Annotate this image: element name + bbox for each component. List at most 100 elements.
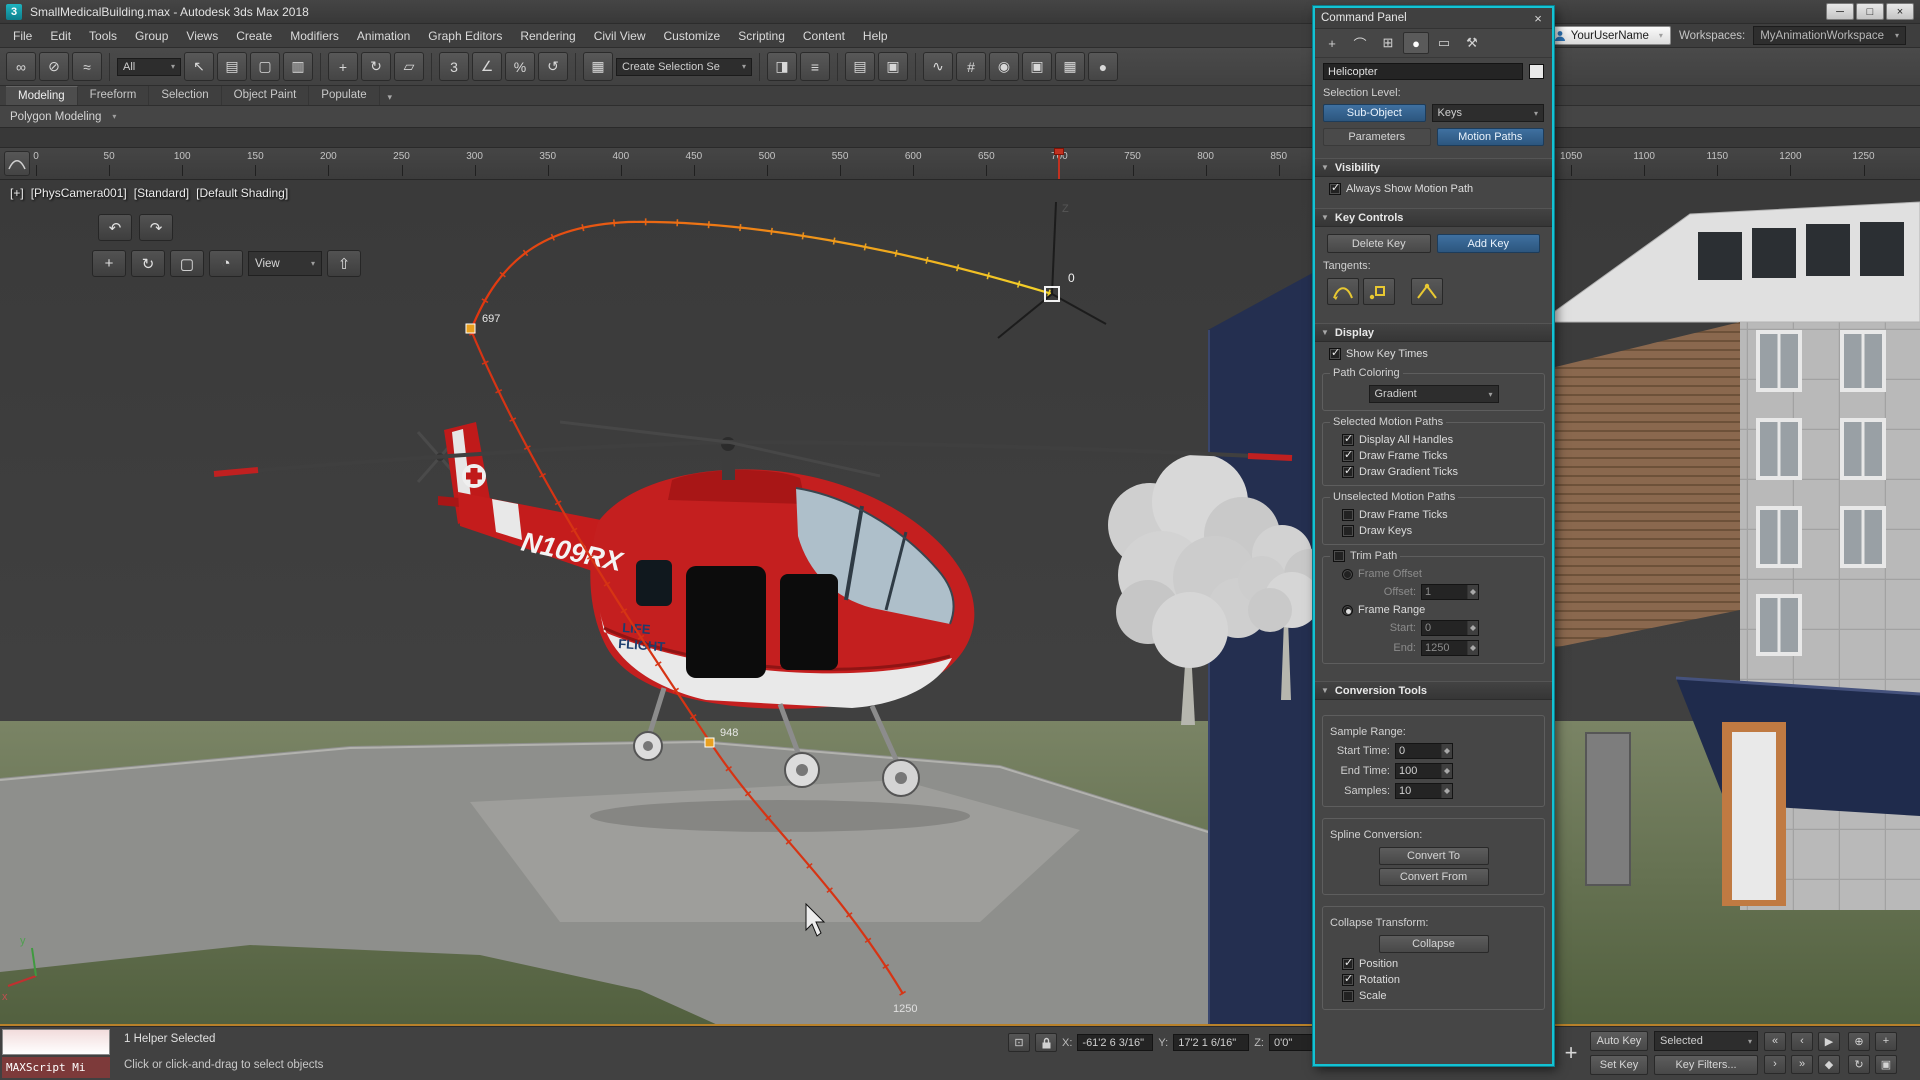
end-time-field[interactable]: 100: [1395, 763, 1453, 779]
region-tool-icon[interactable]: ▢: [170, 250, 204, 277]
viewport[interactable]: N109RX LIFE FLIGHT Z 948 697 0 1250 x y …: [0, 180, 1920, 1026]
keyframe-697[interactable]: [465, 323, 476, 334]
auto-key-button[interactable]: Auto Key: [1590, 1031, 1648, 1051]
polygon-modeling-panel[interactable]: Polygon Modeling: [10, 111, 101, 123]
window-crossing-toggle-icon[interactable]: ▥: [283, 52, 313, 81]
keyframe-948[interactable]: [704, 737, 715, 748]
toggle-scene-explorer-icon[interactable]: ▤: [845, 52, 875, 81]
next-frame-button[interactable]: ›: [1764, 1054, 1786, 1074]
menu-item-civil-view[interactable]: Civil View: [585, 25, 655, 47]
utilities-tab-icon[interactable]: ⚒: [1459, 32, 1485, 54]
checkbox-draw-gradient-ticks[interactable]: Draw Gradient Ticks: [1328, 464, 1539, 480]
parameters-button[interactable]: Parameters: [1323, 128, 1431, 146]
orbit-view-button[interactable]: ↻: [1848, 1054, 1870, 1074]
add-key-button[interactable]: Add Key: [1436, 234, 1540, 253]
rendered-frame-window-icon[interactable]: ▦: [1055, 52, 1085, 81]
rotate-tool-icon[interactable]: ↻: [131, 250, 165, 277]
mirror-icon[interactable]: ◨: [767, 52, 797, 81]
close-icon[interactable]: ×: [1530, 11, 1546, 26]
convert-from-button[interactable]: Convert From: [1378, 868, 1489, 886]
schematic-view-icon[interactable]: #: [956, 52, 986, 81]
offset-field[interactable]: 1: [1421, 584, 1479, 600]
x-coordinate-field[interactable]: -61'2 6 3/16": [1077, 1034, 1154, 1051]
select-object-icon[interactable]: ↖: [184, 52, 214, 81]
maximize-viewport-toggle-button[interactable]: ▣: [1875, 1054, 1897, 1074]
timeline-ruler[interactable]: 0 50 100 150 200 250 300 350 400 450 500 550 600 650 7…: [0, 148, 1920, 180]
select-and-link-icon[interactable]: ∞: [6, 52, 36, 81]
rollout-conversion-tools-header[interactable]: ▼ Conversion Tools: [1315, 681, 1552, 700]
end-field[interactable]: 1250: [1421, 640, 1479, 656]
orbit-tool-icon[interactable]: ◔: [209, 250, 243, 277]
transform-gizmo-icon[interactable]: +: [1558, 1036, 1584, 1070]
rectangular-selection-region-icon[interactable]: ▢: [250, 52, 280, 81]
curve-editor-icon[interactable]: ∿: [923, 52, 953, 81]
menu-item-create[interactable]: Create: [227, 25, 281, 47]
viewport-renderer-menu[interactable]: [Standard]: [134, 186, 189, 200]
checkbox-rotation[interactable]: Rotation: [1328, 972, 1539, 988]
menu-item-animation[interactable]: Animation: [348, 25, 419, 47]
menu-item-views[interactable]: Views: [177, 25, 227, 47]
timeline-ticks[interactable]: 0 50 100 150 200 250 300 350 400 450 500 550 600 650 7…: [0, 148, 1920, 179]
maximize-tool-icon[interactable]: ⇧: [327, 250, 361, 277]
pan-view-button[interactable]: +: [1875, 1031, 1897, 1051]
play-animation-button[interactable]: ▶: [1818, 1031, 1840, 1051]
checkbox-display-all-handles[interactable]: Display All Handles: [1328, 432, 1539, 448]
display-tab-icon[interactable]: ▭: [1431, 32, 1457, 54]
go-to-end-button[interactable]: »: [1791, 1054, 1813, 1074]
tangent-smooth-button[interactable]: [1327, 278, 1359, 305]
percent-snap-toggle-icon[interactable]: %: [505, 52, 535, 81]
spinner[interactable]: [1441, 764, 1452, 778]
tangent-key-button[interactable]: [1363, 278, 1395, 305]
radio-frame-range[interactable]: Frame Range: [1328, 602, 1539, 618]
rollout-key-controls-header[interactable]: ▼ Key Controls: [1315, 208, 1552, 227]
tab-freeform[interactable]: Freeform: [78, 86, 150, 105]
spinner[interactable]: [1441, 744, 1452, 758]
command-panel-titlebar[interactable]: Command Panel ×: [1315, 8, 1552, 29]
y-coordinate-field[interactable]: 17'2 1 6/16": [1173, 1034, 1250, 1051]
path-coloring-dropdown[interactable]: Gradient ▾: [1368, 385, 1499, 403]
selection-lock-icon[interactable]: [1035, 1033, 1057, 1052]
tab-populate[interactable]: Populate: [309, 86, 380, 105]
move-tool-icon[interactable]: +: [92, 250, 126, 277]
spinner[interactable]: [1467, 585, 1478, 599]
checkbox-scale[interactable]: Scale: [1328, 988, 1539, 1004]
tab-selection[interactable]: Selection: [149, 86, 222, 105]
menu-item-customize[interactable]: Customize: [655, 25, 730, 47]
viewport-shading-menu[interactable]: [Default Shading]: [196, 186, 288, 200]
navy-entrance-wall[interactable]: [1208, 270, 1318, 1026]
named-selection-sets-dropdown[interactable]: Create Selection Se ▾: [616, 57, 752, 76]
selection-filter-dropdown[interactable]: All ▾: [117, 57, 181, 76]
key-mode-toggle-button[interactable]: ◆: [1818, 1054, 1840, 1074]
menu-item-rendering[interactable]: Rendering: [511, 25, 584, 47]
material-editor-icon[interactable]: ◉: [989, 52, 1019, 81]
align-icon[interactable]: ≡: [800, 52, 830, 81]
ribbon-options-arrow-icon[interactable]: ▾: [380, 89, 400, 105]
select-and-scale-icon[interactable]: ▱: [394, 52, 424, 81]
spinner-snap-toggle-icon[interactable]: ↺: [538, 52, 568, 81]
unlink-selection-icon[interactable]: ⊘: [39, 52, 69, 81]
toggle-layer-explorer-icon[interactable]: ▣: [878, 52, 908, 81]
previous-frame-button[interactable]: ‹: [1791, 1031, 1813, 1051]
checkbox-always-show-motion-path[interactable]: Always Show Motion Path: [1315, 181, 1552, 197]
collapse-button[interactable]: Collapse: [1378, 935, 1489, 953]
menu-item-graph-editors[interactable]: Graph Editors: [419, 25, 511, 47]
viewport-general-menu[interactable]: [+]: [10, 186, 24, 200]
checkbox-draw-keys[interactable]: Draw Keys: [1328, 523, 1539, 539]
rollout-visibility-header[interactable]: ▼ Visibility: [1315, 158, 1552, 177]
select-by-name-icon[interactable]: ▤: [217, 52, 247, 81]
tab-object-paint[interactable]: Object Paint: [222, 86, 310, 105]
object-color-swatch[interactable]: [1529, 64, 1544, 79]
sub-object-button[interactable]: Sub-Object: [1323, 104, 1426, 122]
current-frame-marker[interactable]: [1054, 148, 1065, 179]
spinner[interactable]: [1467, 621, 1478, 635]
menu-item-tools[interactable]: Tools: [80, 25, 126, 47]
render-setup-icon[interactable]: ▣: [1022, 52, 1052, 81]
menu-item-content[interactable]: Content: [794, 25, 854, 47]
spinner[interactable]: [1441, 784, 1452, 798]
set-key-button[interactable]: Set Key: [1590, 1055, 1648, 1075]
undo-button[interactable]: ↶: [98, 214, 132, 241]
user-account-button[interactable]: YourUserName ▾: [1545, 26, 1671, 45]
select-and-rotate-icon[interactable]: ↻: [361, 52, 391, 81]
menu-item-help[interactable]: Help: [854, 25, 897, 47]
render-production-icon[interactable]: ●: [1088, 52, 1118, 81]
